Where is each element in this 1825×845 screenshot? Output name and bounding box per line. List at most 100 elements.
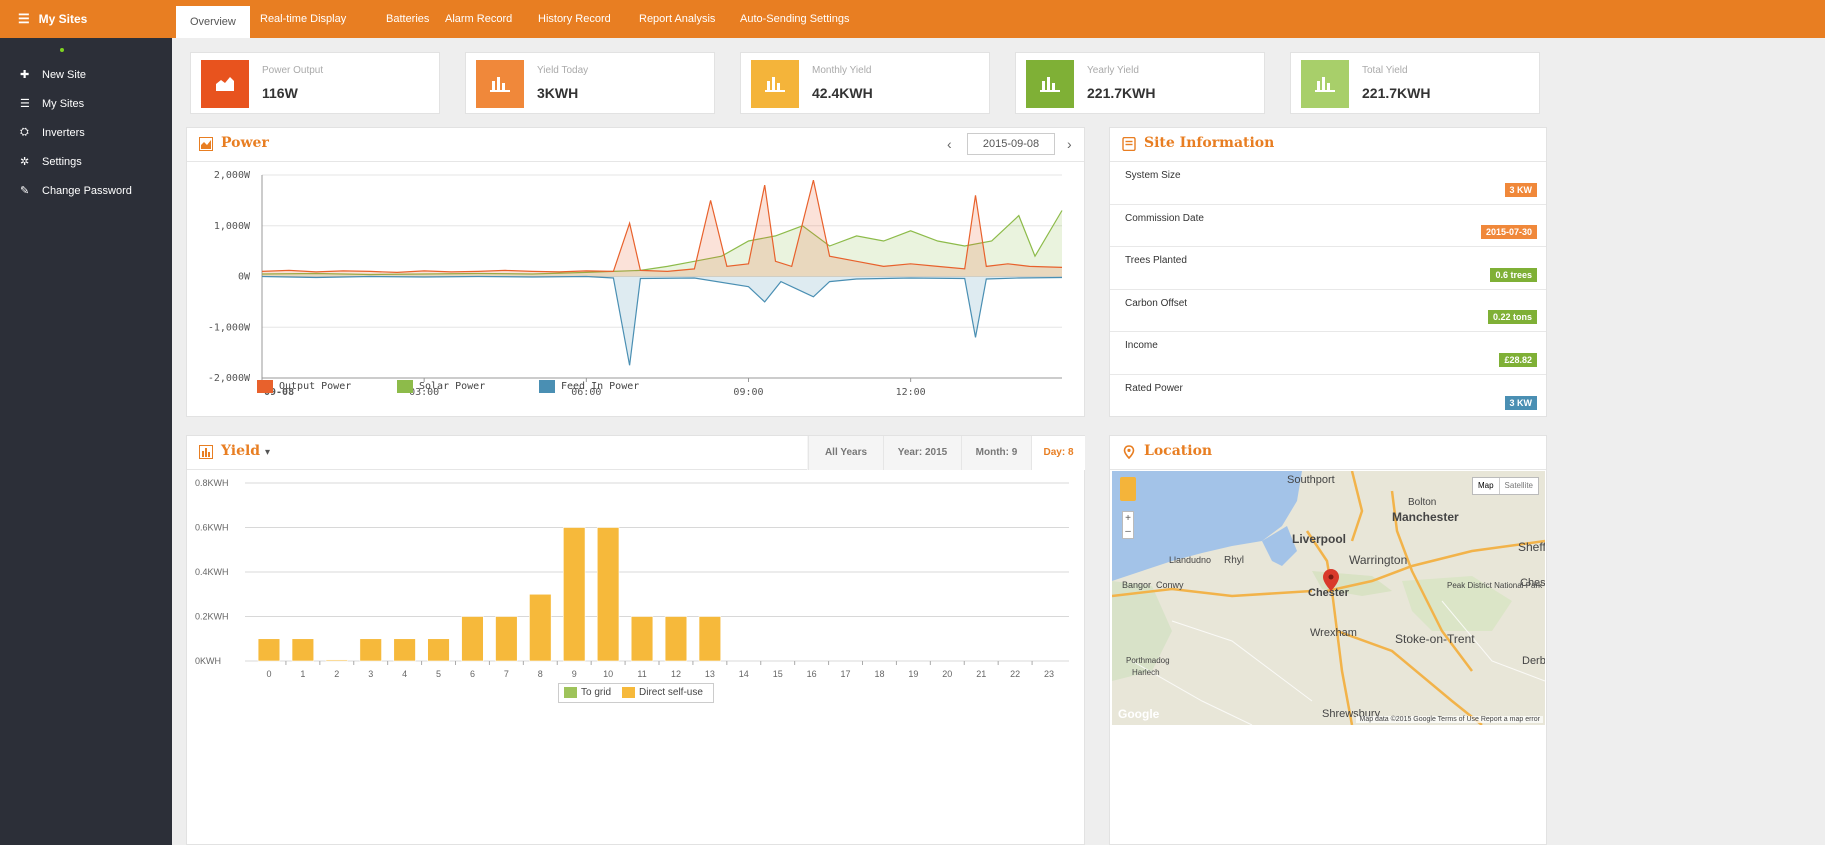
location-panel: Location Southport Bolton Manchester Liv…: [1109, 435, 1547, 845]
gear-icon: ✲: [20, 156, 30, 168]
map-button[interactable]: Map: [1473, 478, 1500, 494]
status-dot: [60, 48, 64, 52]
info-key: System Size: [1125, 170, 1181, 181]
x-tick-label: 21: [976, 669, 986, 679]
power-panel: Power ‹ 2015-09-08 › 2,000W 1,000W 0W -1,00…: [186, 127, 1085, 417]
y-tick-label: -2,000W: [208, 373, 251, 384]
map-label: Sheff: [1518, 540, 1545, 554]
x-tick-label: 8: [538, 669, 543, 679]
legend-swatch: [564, 687, 577, 698]
kpi-power-output: Power Output 116W: [190, 52, 440, 114]
bar-direct-self-use-2: [325, 659, 348, 662]
bar-chart-icon: [1315, 77, 1335, 92]
x-tick-label: 12: [671, 669, 681, 679]
x-tick-label: 23: [1044, 669, 1054, 679]
x-tick-label: 17: [841, 669, 851, 679]
bar-chart-icon: [1040, 77, 1060, 92]
x-tick-label: 19: [908, 669, 918, 679]
tab-overview[interactable]: Overview: [176, 6, 250, 38]
map-type-control: Map Satellite: [1471, 477, 1539, 495]
map-label: Stoke-on-Trent: [1395, 632, 1475, 646]
map-label: Porthmadog: [1126, 656, 1170, 665]
info-key: Trees Planted: [1125, 255, 1187, 266]
tab-auto-sending-settings[interactable]: Auto-Sending Settings: [740, 0, 849, 38]
yield-title-dropdown[interactable]: Yield ▾: [221, 443, 270, 459]
x-tick-label: 10: [603, 669, 613, 679]
map-attribution[interactable]: Map data ©2015 Google Terms of Use Repor…: [1356, 716, 1543, 723]
tab-history-record[interactable]: History Record: [538, 0, 611, 38]
legend-direct-self-use[interactable]: Direct self-use: [622, 687, 703, 698]
tab-real-time-display[interactable]: Real-time Display: [260, 0, 346, 38]
tab-report-analysis[interactable]: Report Analysis: [639, 0, 715, 38]
kpi-icon-box: [476, 60, 524, 108]
pegman-icon[interactable]: [1120, 477, 1136, 501]
map-label: Manchester: [1392, 510, 1459, 524]
sidebar-item-change-password[interactable]: ✎ Change Password: [0, 176, 172, 205]
bar-chart-icon: [199, 445, 213, 459]
kpi-yearly-yield: Yearly Yield 221.7KWH: [1015, 52, 1265, 114]
x-tick-label: 22: [1010, 669, 1020, 679]
y-tick-label: 0.4KWH: [195, 567, 229, 577]
yield-legend: To grid Direct self-use: [558, 683, 714, 703]
date-next-button[interactable]: ›: [1067, 136, 1072, 152]
tab-alarm-record[interactable]: Alarm Record: [445, 0, 512, 38]
sidebar-item-inverters[interactable]: ⛭ Inverters: [0, 118, 172, 147]
kpi-label: Total Yield: [1362, 65, 1408, 76]
info-row-trees-planted: Trees Planted 0.6 trees: [1110, 247, 1546, 290]
sidebar-item-new-site[interactable]: ✚ New Site: [0, 60, 172, 89]
satellite-button[interactable]: Satellite: [1500, 478, 1538, 494]
location-header: Location: [1110, 436, 1546, 470]
x-tick-label: 6: [470, 669, 475, 679]
tab-month[interactable]: Month: 9: [961, 436, 1031, 470]
legend-label: Output Power: [279, 381, 352, 392]
legend-output-power[interactable]: Output Power: [257, 380, 351, 393]
bar-direct-self-use-3: [359, 638, 382, 662]
site-info-header: Site Information: [1110, 128, 1546, 162]
legend-to-grid[interactable]: To grid: [564, 687, 611, 698]
kpi-label: Power Output: [262, 65, 324, 76]
sidebar-item-settings[interactable]: ✲ Settings: [0, 147, 172, 176]
area-chart-icon: [199, 137, 213, 151]
x-tick-label: 2: [334, 669, 339, 679]
tab-batteries[interactable]: Batteries: [386, 0, 429, 38]
map[interactable]: Southport Bolton Manchester Liverpool Sh…: [1112, 471, 1545, 725]
x-tick-label: 11: [637, 669, 646, 679]
y-tick-label: 0.2KWH: [195, 612, 229, 622]
x-tick-label: 0: [266, 669, 271, 679]
sidebar-item-label: Change Password: [42, 184, 132, 197]
date-picker[interactable]: 2015-09-08: [967, 133, 1055, 155]
map-label: Southport: [1287, 474, 1335, 486]
x-tick-label: 18: [874, 669, 884, 679]
x-tick-label: 7: [504, 669, 509, 679]
zoom-control[interactable]: + –: [1122, 511, 1134, 539]
tab-year[interactable]: Year: 2015: [883, 436, 961, 470]
list-icon: ☰: [18, 11, 30, 26]
bar-direct-self-use-8: [529, 593, 552, 662]
yield-title: Yield: [221, 443, 261, 459]
x-tick-label: 20: [942, 669, 952, 679]
legend-solar-power[interactable]: Solar Power: [397, 380, 485, 393]
tab-all-years[interactable]: All Years: [808, 436, 883, 470]
map-label: Conwy: [1156, 580, 1184, 590]
power-title: Power: [221, 135, 269, 151]
bar-direct-self-use-6: [461, 616, 484, 662]
bar-direct-self-use-1: [291, 638, 315, 662]
map-canvas: Southport Bolton Manchester Liverpool Sh…: [1112, 471, 1545, 725]
list-icon: ☰: [20, 98, 30, 110]
yield-panel: Yield ▾ All Years Year: 2015 Month: 9 Da…: [186, 435, 1085, 845]
x-tick-label: 16: [807, 669, 817, 679]
x-tick-label: 15: [773, 669, 783, 679]
map-label: Rhyl: [1224, 555, 1244, 566]
sidebar-brand[interactable]: ☰ My Sites: [0, 0, 172, 38]
info-key: Commission Date: [1125, 212, 1204, 224]
tab-day[interactable]: Day: 8: [1031, 436, 1085, 470]
x-tick-label: 12:00: [896, 387, 926, 398]
document-icon: [1122, 137, 1136, 151]
sidebar-item-my-sites[interactable]: ☰ My Sites: [0, 89, 172, 118]
info-value-badge: £28.82: [1499, 352, 1537, 367]
legend-feed-in-power[interactable]: Feed In Power: [539, 380, 639, 393]
series-area-feed-in-power: [262, 276, 1062, 366]
y-tick-label: -1,000W: [208, 322, 251, 333]
bar-direct-self-use-0: [257, 638, 281, 662]
date-prev-button[interactable]: ‹: [947, 136, 952, 152]
